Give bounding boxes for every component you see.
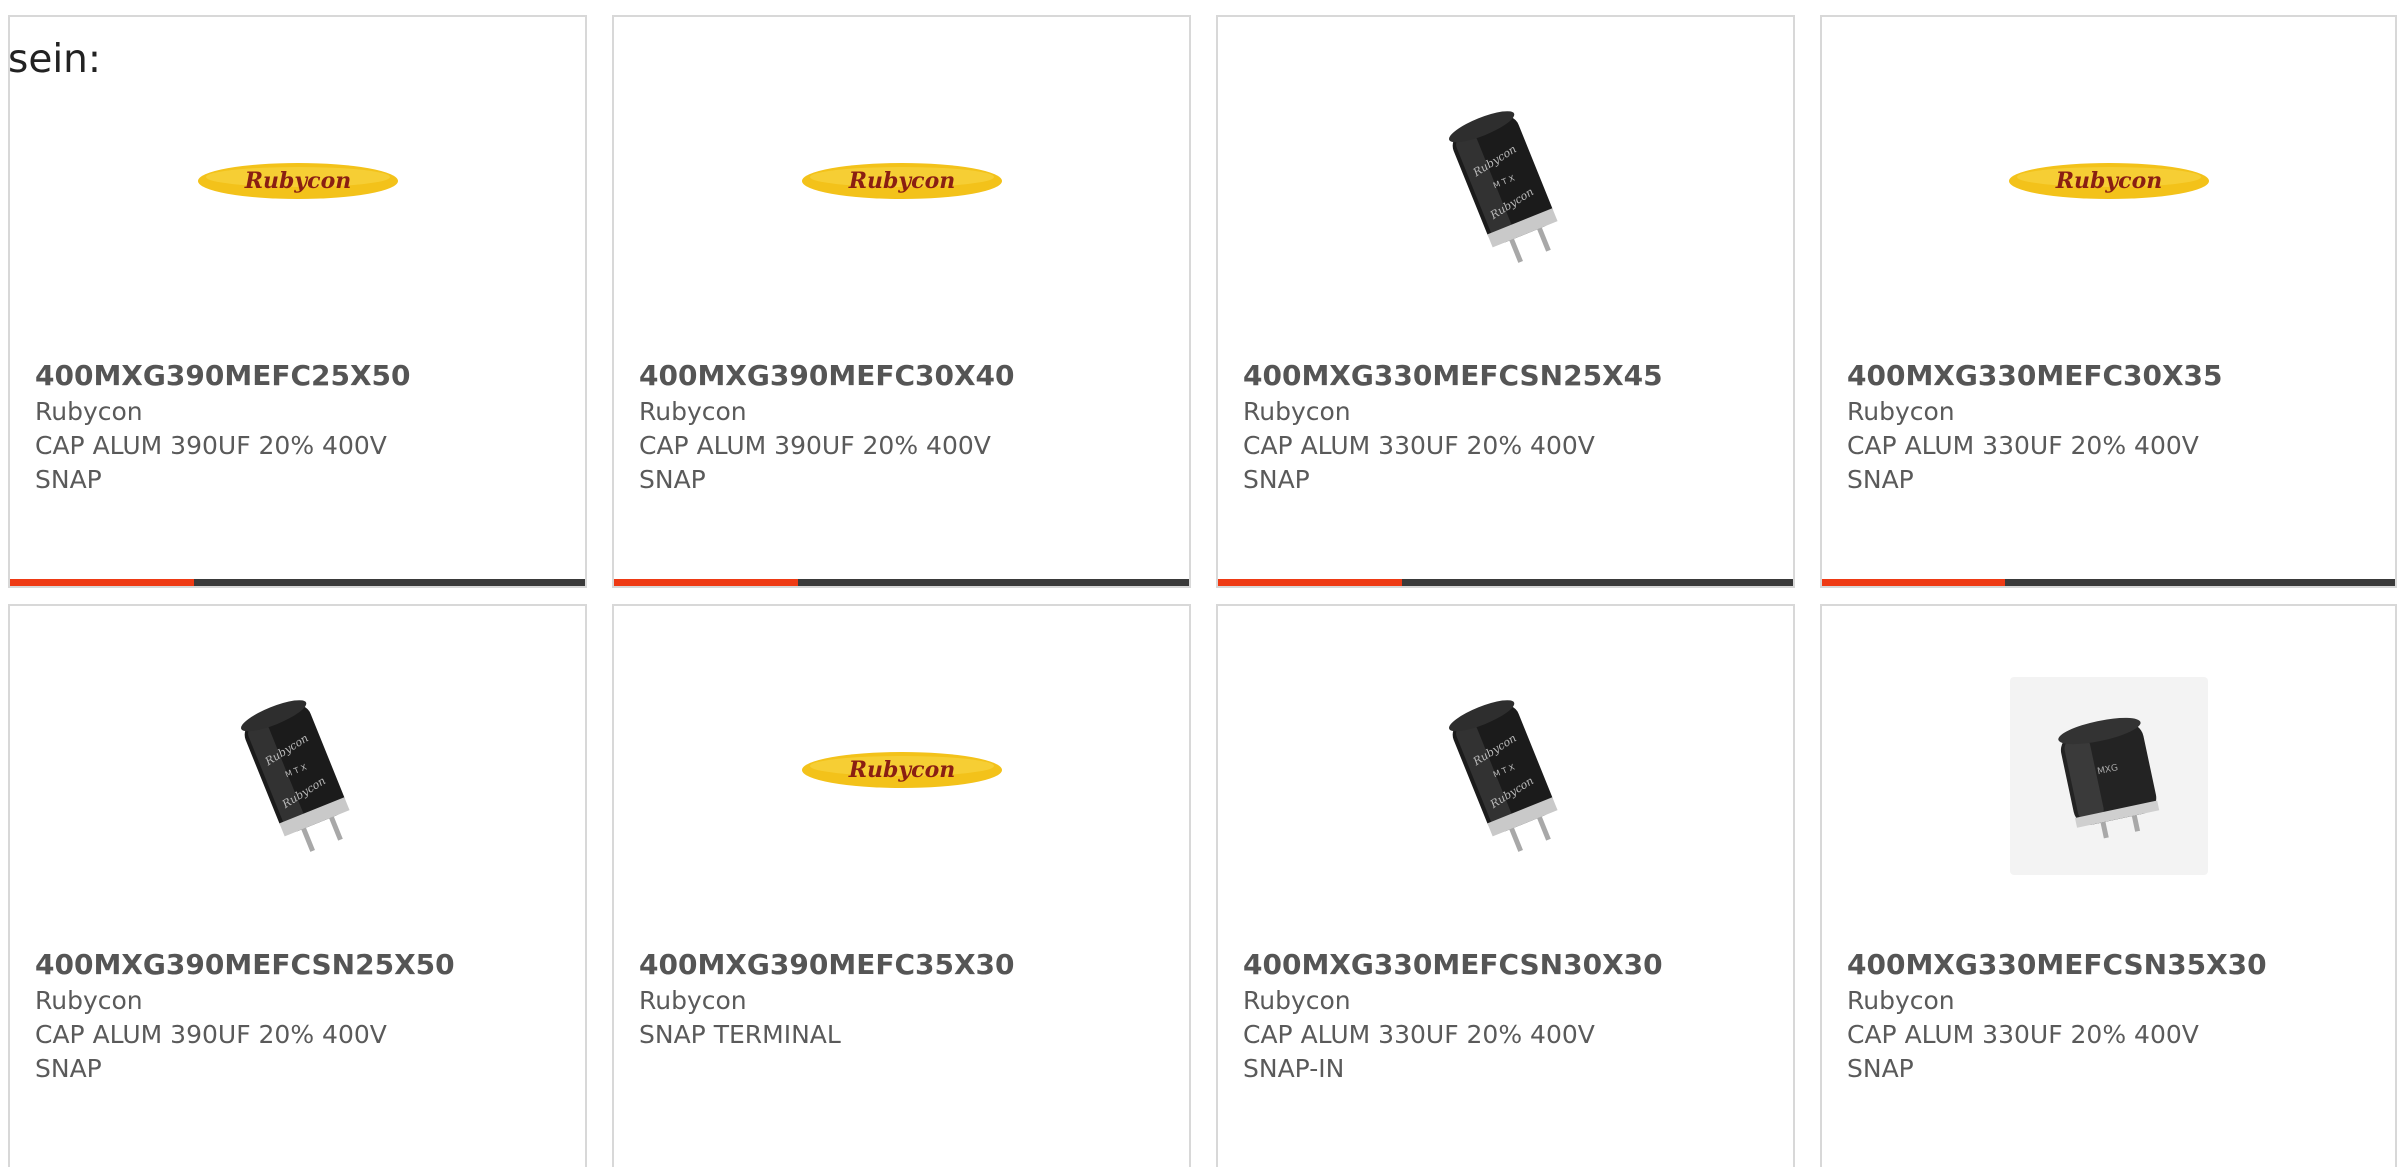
product-description: CAP ALUM 390UF 20% 400V xyxy=(35,1020,387,1049)
product-card[interactable]: Rubycon M T X Rubycon 400MXG330MEFCSN30X… xyxy=(1216,604,1795,1167)
manufacturer: Rubycon xyxy=(1243,986,1351,1015)
product-description: SNAP TERMINAL xyxy=(639,1020,841,1049)
carousel-progress-fill xyxy=(1218,579,1402,586)
part-number[interactable]: 400MXG330MEFCSN35X30 xyxy=(1847,946,2375,984)
capacitor-icon: Rubycon M T X Rubycon xyxy=(240,700,350,852)
rubycon-logo-icon: Rubycon xyxy=(2008,163,2209,199)
product-card[interactable]: Rubycon 400MXG390MEFC25X50 Rubycon CAP A… xyxy=(8,15,587,588)
product-image[interactable]: Rubycon xyxy=(614,606,1189,946)
part-number[interactable]: 400MXG390MEFC25X50 xyxy=(35,357,565,395)
part-number[interactable]: 400MXG390MEFCSN25X50 xyxy=(35,946,565,984)
product-image[interactable]: MXG xyxy=(1822,606,2395,946)
product-description: CAP ALUM 330UF 20% 400V xyxy=(1243,431,1595,460)
product-info: 400MXG330MEFCSN25X45 Rubycon CAP ALUM 33… xyxy=(1243,357,1773,497)
svg-text:Rubycon: Rubycon xyxy=(2054,168,2162,194)
product-card[interactable]: Rubycon 400MXG390MEFC30X40 Rubycon CAP A… xyxy=(612,15,1191,588)
rubycon-logo-icon: Rubycon xyxy=(197,163,398,199)
product-image[interactable]: Rubycon M T X Rubycon xyxy=(1218,17,1793,357)
carousel-progress-fill xyxy=(1822,579,2006,586)
product-image[interactable]: Rubycon xyxy=(1822,17,2395,357)
product-description: CAP ALUM 330UF 20% 400V xyxy=(1243,1020,1595,1049)
product-grid-page: sein: Rubycon 400MXG390MEFC25X50 Rubycon… xyxy=(0,0,2400,1167)
product-description-2: SNAP xyxy=(35,1054,102,1083)
carousel-progress-bar xyxy=(1218,579,1793,586)
manufacturer: Rubycon xyxy=(639,397,747,426)
product-info: 400MXG330MEFCSN35X30 Rubycon CAP ALUM 33… xyxy=(1847,946,2375,1086)
part-number[interactable]: 400MXG330MEFCSN25X45 xyxy=(1243,357,1773,395)
product-image[interactable]: Rubycon M T X Rubycon xyxy=(1218,606,1793,946)
manufacturer: Rubycon xyxy=(35,986,143,1015)
part-number[interactable]: 400MXG330MEFCSN30X30 xyxy=(1243,946,1773,984)
product-info: 400MXG390MEFC25X50 Rubycon CAP ALUM 390U… xyxy=(35,357,565,497)
product-description: CAP ALUM 390UF 20% 400V xyxy=(35,431,387,460)
product-description-2: SNAP xyxy=(1847,1054,1914,1083)
carousel-progress-bar xyxy=(1822,579,2395,586)
capacitor-icon: Rubycon M T X Rubycon xyxy=(1448,111,1558,263)
part-number[interactable]: 400MXG390MEFC35X30 xyxy=(639,946,1169,984)
product-info: 400MXG390MEFC35X30 Rubycon SNAP TERMINAL xyxy=(639,946,1169,1052)
rubycon-logo-icon: Rubycon xyxy=(801,163,1002,199)
product-image[interactable]: Rubycon xyxy=(614,17,1189,357)
product-description-2: SNAP xyxy=(639,465,706,494)
carousel-progress-bar xyxy=(10,579,585,586)
product-description-2: SNAP-IN xyxy=(1243,1054,1345,1083)
part-number[interactable]: 400MXG330MEFC30X35 xyxy=(1847,357,2375,395)
product-description-2: SNAP xyxy=(1243,465,1310,494)
manufacturer: Rubycon xyxy=(35,397,143,426)
product-description: CAP ALUM 330UF 20% 400V xyxy=(1847,431,2199,460)
product-info: 400MXG390MEFCSN25X50 Rubycon CAP ALUM 39… xyxy=(35,946,565,1086)
product-card[interactable]: Rubycon 400MXG390MEFC35X30 Rubycon SNAP … xyxy=(612,604,1191,1167)
manufacturer: Rubycon xyxy=(1847,986,1955,1015)
capacitor-image-frame: MXG xyxy=(2009,677,2208,875)
capacitor-icon: MXG xyxy=(2057,717,2159,839)
manufacturer: Rubycon xyxy=(1847,397,1955,426)
product-image[interactable]: Rubycon M T X Rubycon xyxy=(10,606,585,946)
product-card[interactable]: Rubycon M T X Rubycon 400MXG330MEFCSN25X… xyxy=(1216,15,1795,588)
product-info: 400MXG330MEFC30X35 Rubycon CAP ALUM 330U… xyxy=(1847,357,2375,497)
svg-text:Rubycon: Rubycon xyxy=(847,168,955,194)
product-info: 400MXG330MEFCSN30X30 Rubycon CAP ALUM 33… xyxy=(1243,946,1773,1086)
product-card[interactable]: Rubycon M T X Rubycon 400MXG390MEFCSN25X… xyxy=(8,604,587,1167)
lead-text: sein: xyxy=(8,37,102,82)
product-description: CAP ALUM 330UF 20% 400V xyxy=(1847,1020,2199,1049)
product-card[interactable]: MXG 400MXG330MEFCSN35X30 Rubycon CAP ALU… xyxy=(1820,604,2397,1167)
manufacturer: Rubycon xyxy=(639,986,747,1015)
product-description-2: SNAP xyxy=(1847,465,1914,494)
capacitor-icon: Rubycon M T X Rubycon xyxy=(1448,700,1558,852)
product-description-2: SNAP xyxy=(35,465,102,494)
svg-text:Rubycon: Rubycon xyxy=(847,757,955,783)
product-info: 400MXG390MEFC30X40 Rubycon CAP ALUM 390U… xyxy=(639,357,1169,497)
carousel-progress-bar xyxy=(614,579,1189,586)
product-description: CAP ALUM 390UF 20% 400V xyxy=(639,431,991,460)
part-number[interactable]: 400MXG390MEFC30X40 xyxy=(639,357,1169,395)
product-grid: Rubycon 400MXG390MEFC25X50 Rubycon CAP A… xyxy=(8,15,2399,1167)
carousel-progress-fill xyxy=(10,579,194,586)
svg-text:Rubycon: Rubycon xyxy=(243,168,351,194)
manufacturer: Rubycon xyxy=(1243,397,1351,426)
carousel-progress-fill xyxy=(614,579,798,586)
product-card[interactable]: Rubycon 400MXG330MEFC30X35 Rubycon CAP A… xyxy=(1820,15,2397,588)
rubycon-logo-icon: Rubycon xyxy=(801,752,1002,788)
